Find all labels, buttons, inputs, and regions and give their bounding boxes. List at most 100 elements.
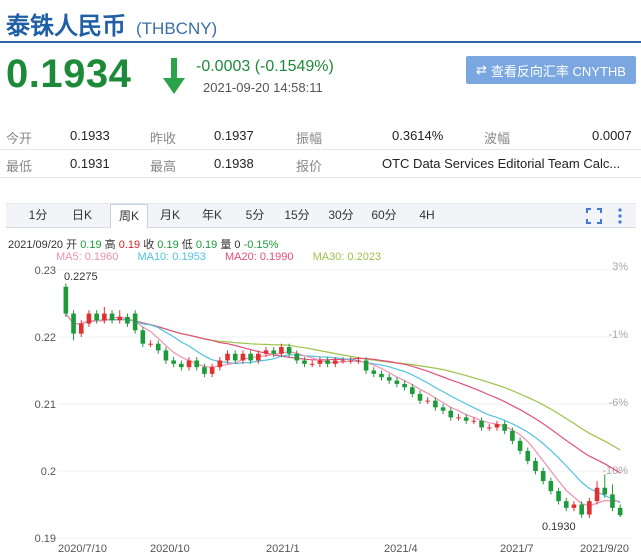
x-tick-label: 2021/4 [384,543,418,555]
candle-body [155,343,161,351]
pair-name: 泰铢人民币 [6,13,126,40]
high-label: 高 [104,239,116,251]
reverse-rate-label: 查看反向汇率 CNYTHB [490,63,626,79]
x-tick-label: 2021/9/20 [580,543,629,555]
candle-body [494,424,500,428]
quote-time: 2021-09-20 14:58:11 [203,80,323,95]
candle-body [556,491,561,502]
tab-60min[interactable]: 60分 [367,204,401,228]
stat-label-low: 最低 [6,159,33,174]
candle-body [610,494,615,508]
stats-table: 今开 0.1933 昨收 0.1937 振幅 0.3614% 波幅 0.0007… [0,122,641,178]
min-annotation: 0.1930 [542,521,576,533]
candle-body [587,501,592,515]
candle-body [440,407,446,411]
candle-body [248,353,253,361]
candle-body [340,360,346,362]
candle-body [425,400,430,402]
tab-daily[interactable]: 日K [64,204,100,228]
pair-code: (THBCNY) [136,19,218,38]
candle-body [486,427,492,429]
candle-body [63,286,69,314]
y-tick-label: 0.2 [41,466,56,478]
stat-label-range: 波幅 [484,131,511,146]
volume-label: 量 [220,239,232,251]
candle-body [94,313,99,321]
candle-body [209,367,215,374]
stat-label-amplitude: 振幅 [296,131,323,146]
candle-body [163,350,169,361]
fullscreen-icon[interactable] [586,208,602,224]
candle-body [317,360,323,364]
candle-body [371,370,377,374]
candle-body [194,360,200,368]
pct-tick-label: -10% [602,465,628,477]
tab-monthly[interactable]: 月K [152,204,188,228]
candle-body [502,424,507,431]
candle-body [571,504,577,508]
x-tick-label: 2021/7 [500,543,534,555]
open-label: 开 [66,239,78,251]
candle-body [232,353,238,361]
stat-value-amplitude: 0.3614% [392,128,444,143]
y-tick-label: 0.19 [35,533,56,545]
ma5-line [65,313,621,507]
candle-body [540,471,546,482]
candle-body [294,353,300,361]
stats-row: 今开 0.1933 昨收 0.1937 振幅 0.3614% 波幅 0.0007 [0,122,641,150]
ma20-line [65,313,621,474]
tab-yearly[interactable]: 年K [194,204,230,228]
y-tick-label: 0.23 [35,265,56,277]
pct-tick-label: -1% [608,329,628,341]
candle-body [102,313,107,321]
open-value: 0.19 [80,239,102,251]
stat-value-quote-source: OTC Data Services Editorial Team Calc... [382,156,621,171]
candle-body [186,360,192,368]
stat-label-quote-source: 报价 [296,159,323,174]
candle-body [579,504,584,515]
candle-body [286,347,292,354]
candle-body [602,487,608,495]
candle-body [548,481,554,492]
candle-body [563,501,569,508]
tab-4h[interactable]: 4H [412,204,442,228]
candle-body [140,330,146,344]
candle-body [202,367,207,374]
tab-30min[interactable]: 30分 [324,204,358,228]
tab-5min[interactable]: 5分 [240,204,270,228]
candle-body [533,460,538,471]
pct-tick-label: -6% [608,397,628,409]
more-icon[interactable] [616,208,624,224]
ma30-line [65,313,621,451]
stat-value-low: 0.1931 [70,156,110,171]
candle-body [617,507,623,516]
close-label: 收 [143,239,155,251]
low-value: 0.19 [195,239,218,251]
candle-body [510,430,515,441]
candle-body [379,373,384,378]
candle-body [109,313,115,321]
reverse-rate-button[interactable]: ⇄ 查看反向汇率 CNYTHB [466,56,636,84]
candle-body [225,353,230,361]
candlestick-chart[interactable]: 0.23 0.22 0.21 0.2 0.19 3% -1% -6% -10% 0.2275 0.1… [0,258,641,557]
y-tick-label: 0.22 [35,332,56,344]
candle-body [309,363,315,365]
price-change: -0.0003 (-0.1549%) [196,58,334,75]
candle-body [332,360,338,364]
candle-body [117,316,123,321]
candle-body [78,323,84,334]
pct-change: -0.15% [243,239,279,251]
candle-body [256,353,261,361]
tab-1min[interactable]: 1分 [20,204,56,228]
candle-body [125,316,130,324]
candle-body [240,353,246,361]
tab-15min[interactable]: 15分 [280,204,314,228]
candle-body [594,487,600,502]
candle-body [417,393,423,401]
title-row: 泰铢人民币 (THBCNY) [6,6,217,40]
tab-weekly[interactable]: 周K [110,204,148,229]
ma10-line [65,313,621,504]
stat-label-open: 今开 [6,131,33,146]
y-tick-label: 0.21 [35,399,56,411]
quote-panel: 0.1934 -0.0003 (-0.1549%) 2021-09-20 14:… [4,48,640,108]
